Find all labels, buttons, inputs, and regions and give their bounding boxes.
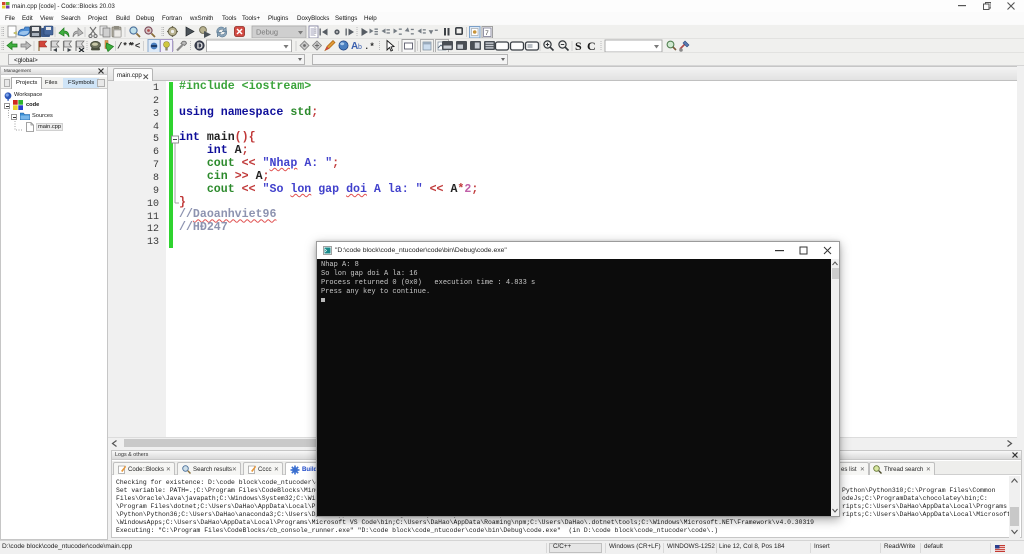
svg-text:S: S (575, 39, 582, 53)
svg-text:7: 7 (485, 30, 489, 37)
svg-text:D: D (197, 41, 203, 51)
svg-text:.*: .* (364, 42, 375, 52)
svg-text:*<: *< (130, 42, 141, 52)
svg-text:C: C (587, 39, 596, 53)
svg-text:b: b (358, 44, 362, 51)
svg-text:Debug: Debug (256, 28, 278, 37)
